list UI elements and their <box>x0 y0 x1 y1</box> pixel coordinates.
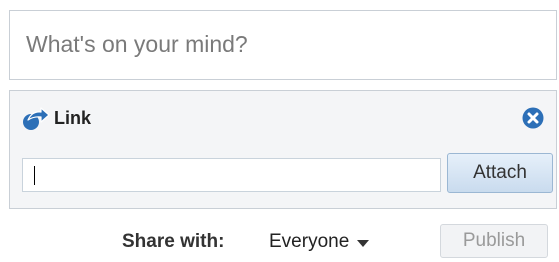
chevron-down-icon <box>357 239 370 247</box>
link-url-input[interactable] <box>22 158 441 192</box>
share-arrow-icon <box>22 105 50 131</box>
close-link-button[interactable] <box>522 107 544 129</box>
status-input[interactable]: What's on your mind? <box>9 10 557 80</box>
share-audience-value: Everyone <box>269 231 350 252</box>
publish-button[interactable]: Publish <box>440 224 548 258</box>
link-title: Link <box>54 107 92 128</box>
share-with-label: Share with: <box>122 231 225 252</box>
text-caret <box>34 166 35 185</box>
link-header: Link <box>22 105 91 131</box>
publisher: What's on your mind? Link Attach Share w… <box>0 0 559 262</box>
status-placeholder: What's on your mind? <box>26 31 248 57</box>
attach-button[interactable]: Attach <box>447 153 553 193</box>
share-audience-dropdown[interactable]: Everyone <box>269 231 370 253</box>
close-icon <box>522 107 544 133</box>
link-attachment-panel: Link Attach <box>9 90 557 209</box>
